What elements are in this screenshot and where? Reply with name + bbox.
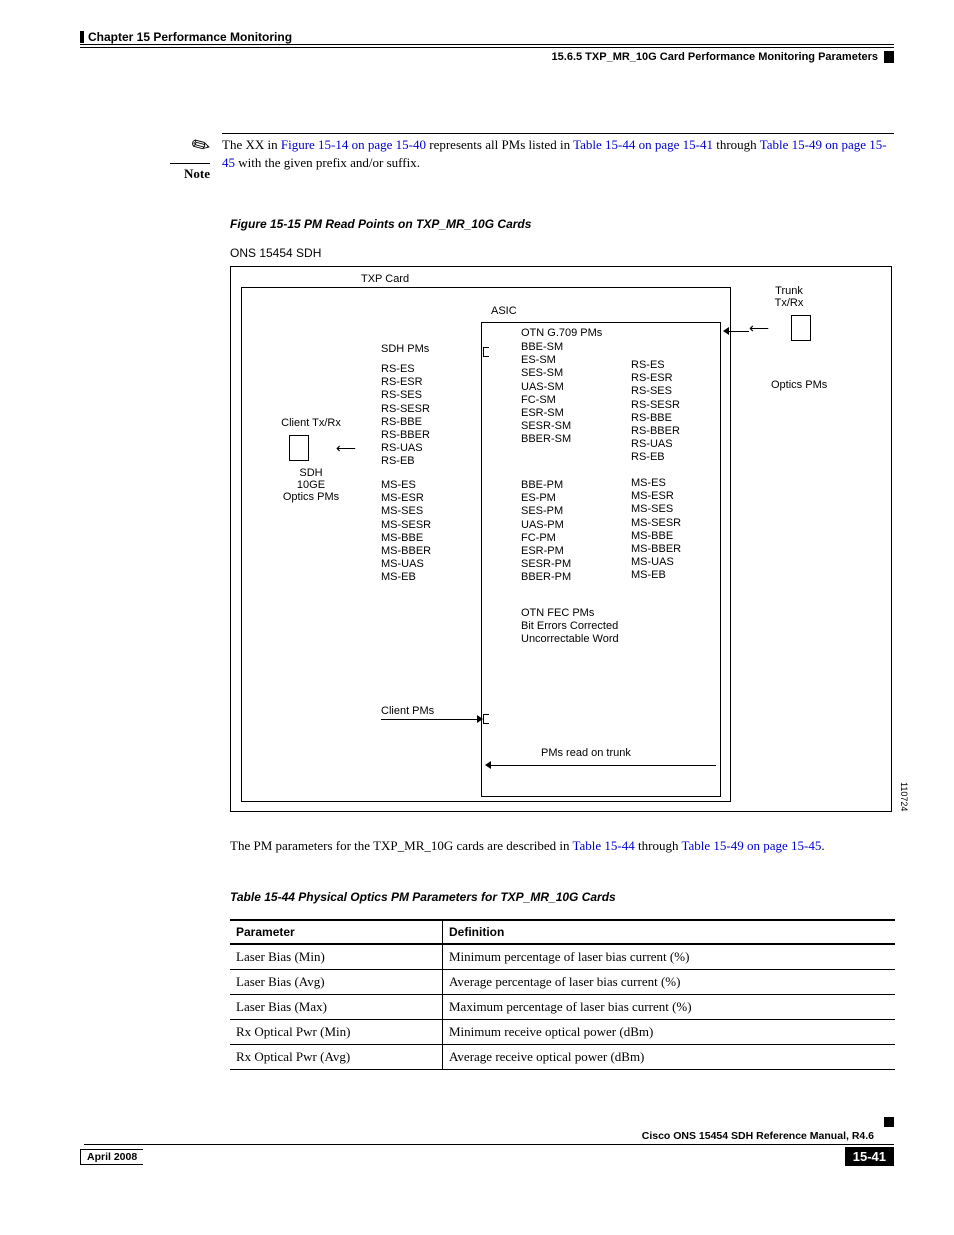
- trunk-port-box: [791, 315, 811, 341]
- client-port-box: [289, 435, 309, 461]
- note-block: ✎ Note The XX in Figure 15-14 on page 15…: [170, 133, 894, 182]
- asic-left-tick: [483, 347, 489, 357]
- td-param: Rx Optical Pwr (Avg): [230, 1045, 443, 1070]
- trunk-block: Trunk Tx/Rx ⟵: [749, 285, 829, 347]
- table-row: Laser Bias (Max)Maximum percentage of la…: [230, 995, 895, 1020]
- ms-list-left: MS-ES MS-ESR MS-SES MS-SESR MS-BBE MS-BB…: [381, 479, 431, 585]
- rs-list-right: RS-ES RS-ESR RS-SES RS-SESR RS-BBE RS-BB…: [631, 359, 680, 465]
- note-icon: ✎: [186, 130, 215, 162]
- footer-date: April 2008: [80, 1149, 143, 1165]
- td-def: Minimum percentage of laser bias current…: [443, 944, 896, 970]
- td-def: Minimum receive optical power (dBm): [443, 1020, 896, 1045]
- table-row: Laser Bias (Min)Minimum percentage of la…: [230, 944, 895, 970]
- td-def: Average receive optical power (dBm): [443, 1045, 896, 1070]
- footer-right-bar: [884, 1117, 894, 1127]
- chapter-header: Chapter 15 Performance Monitoring: [88, 30, 292, 44]
- th-parameter: Parameter: [230, 920, 443, 944]
- note-link-2[interactable]: Table 15-44 on page 15-41: [573, 137, 713, 152]
- client-arrow-icon: ⟵: [336, 440, 356, 457]
- td-param: Laser Bias (Min): [230, 944, 443, 970]
- note-text: The XX in Figure 15-14 on page 15-40 rep…: [222, 133, 894, 182]
- note-text-mid: represents all PMs listed in: [426, 137, 573, 152]
- para-link-2[interactable]: Table 15-49 on page 15-45: [681, 838, 821, 853]
- otn-label: OTN G.709 PMs: [521, 327, 602, 340]
- header-endcap: [884, 51, 894, 63]
- note-text-mid2: through: [713, 137, 760, 152]
- figure-caption: Figure 15-15 PM Read Points on TXP_MR_10…: [230, 217, 894, 231]
- td-def: Maximum percentage of laser bias current…: [443, 995, 896, 1020]
- client-block: Client Tx/Rx ⟵ SDH 10GE Optics PMs: [266, 417, 356, 503]
- footer-manual-title: Cisco ONS 15454 SDH Reference Manual, R4…: [84, 1130, 894, 1145]
- header-top-rule: Chapter 15 Performance Monitoring: [80, 30, 894, 45]
- para-post: .: [821, 838, 824, 853]
- th-definition: Definition: [443, 920, 896, 944]
- section-header: 15.6.5 TXP_MR_10G Card Performance Monit…: [80, 47, 894, 63]
- rs-list-left: RS-ES RS-ESR RS-SES RS-SESR RS-BBE RS-BB…: [381, 363, 430, 469]
- trunk-arrow-icon: ⟵: [749, 320, 769, 337]
- asic-box: [481, 322, 721, 797]
- client-sub-label: SDH 10GE Optics PMs: [266, 467, 356, 503]
- section-header-text: 15.6.5 TXP_MR_10G Card Performance Monit…: [552, 51, 878, 63]
- pm-table: Parameter Definition Laser Bias (Min)Min…: [230, 919, 895, 1070]
- table-row: Rx Optical Pwr (Avg)Average receive opti…: [230, 1045, 895, 1070]
- asic-left-tick-2: [483, 714, 489, 724]
- ms-list-right: MS-ES MS-ESR MS-SES MS-SESR MS-BBE MS-BB…: [631, 477, 681, 583]
- pm-list: BBE-PM ES-PM SES-PM UAS-PM FC-PM ESR-PM …: [521, 479, 571, 585]
- side-figure-number: 110724: [899, 782, 909, 811]
- note-link-1[interactable]: Figure 15-14 on page 15-40: [281, 137, 426, 152]
- fec-list: OTN FEC PMs Bit Errors Corrected Uncorre…: [521, 607, 619, 647]
- td-param: Laser Bias (Max): [230, 995, 443, 1020]
- page-number: 15-41: [845, 1147, 894, 1166]
- sdh-pms-label: SDH PMs: [381, 343, 429, 356]
- body-paragraph: The PM parameters for the TXP_MR_10G car…: [230, 837, 894, 855]
- td-param: Rx Optical Pwr (Min): [230, 1020, 443, 1045]
- para-link-1[interactable]: Table 15-44: [573, 838, 635, 853]
- diagram-title: ONS 15454 SDH: [230, 246, 894, 260]
- client-pms-label: Client PMs: [381, 705, 434, 717]
- asic-label: ASIC: [491, 305, 517, 317]
- trunk-tx-label: Trunk Tx/Rx: [749, 285, 829, 309]
- trunk-read-label: PMs read on trunk: [541, 747, 631, 759]
- footer: Cisco ONS 15454 SDH Reference Manual, R4…: [80, 1130, 894, 1166]
- sm-list: BBE-SM ES-SM SES-SM UAS-SM FC-SM ESR-SM …: [521, 341, 571, 447]
- para-pre: The PM parameters for the TXP_MR_10G car…: [230, 838, 573, 853]
- td-param: Laser Bias (Avg): [230, 970, 443, 995]
- table-row: Laser Bias (Avg)Average percentage of la…: [230, 970, 895, 995]
- table-row: Rx Optical Pwr (Min)Minimum receive opti…: [230, 1020, 895, 1045]
- td-def: Average percentage of laser bias current…: [443, 970, 896, 995]
- note-label: Note: [170, 163, 210, 182]
- trunk-asic-arrow: [729, 331, 749, 332]
- table-caption: Table 15-44 Physical Optics PM Parameter…: [230, 890, 894, 904]
- client-pms-arrow: [381, 719, 477, 720]
- client-tx-label: Client Tx/Rx: [266, 417, 356, 429]
- diagram: TXP Card ASIC SDH PMs RS-ES RS-ESR RS-SE…: [230, 266, 892, 812]
- optics-pms-label: Optics PMs: [771, 379, 827, 391]
- txp-card-label: TXP Card: [361, 273, 409, 285]
- note-text-post: with the given prefix and/or suffix.: [235, 155, 420, 170]
- trunk-read-arrow: [491, 765, 716, 766]
- para-mid: through: [635, 838, 682, 853]
- header-leftcap: [80, 31, 84, 43]
- note-text-pre: The XX in: [222, 137, 281, 152]
